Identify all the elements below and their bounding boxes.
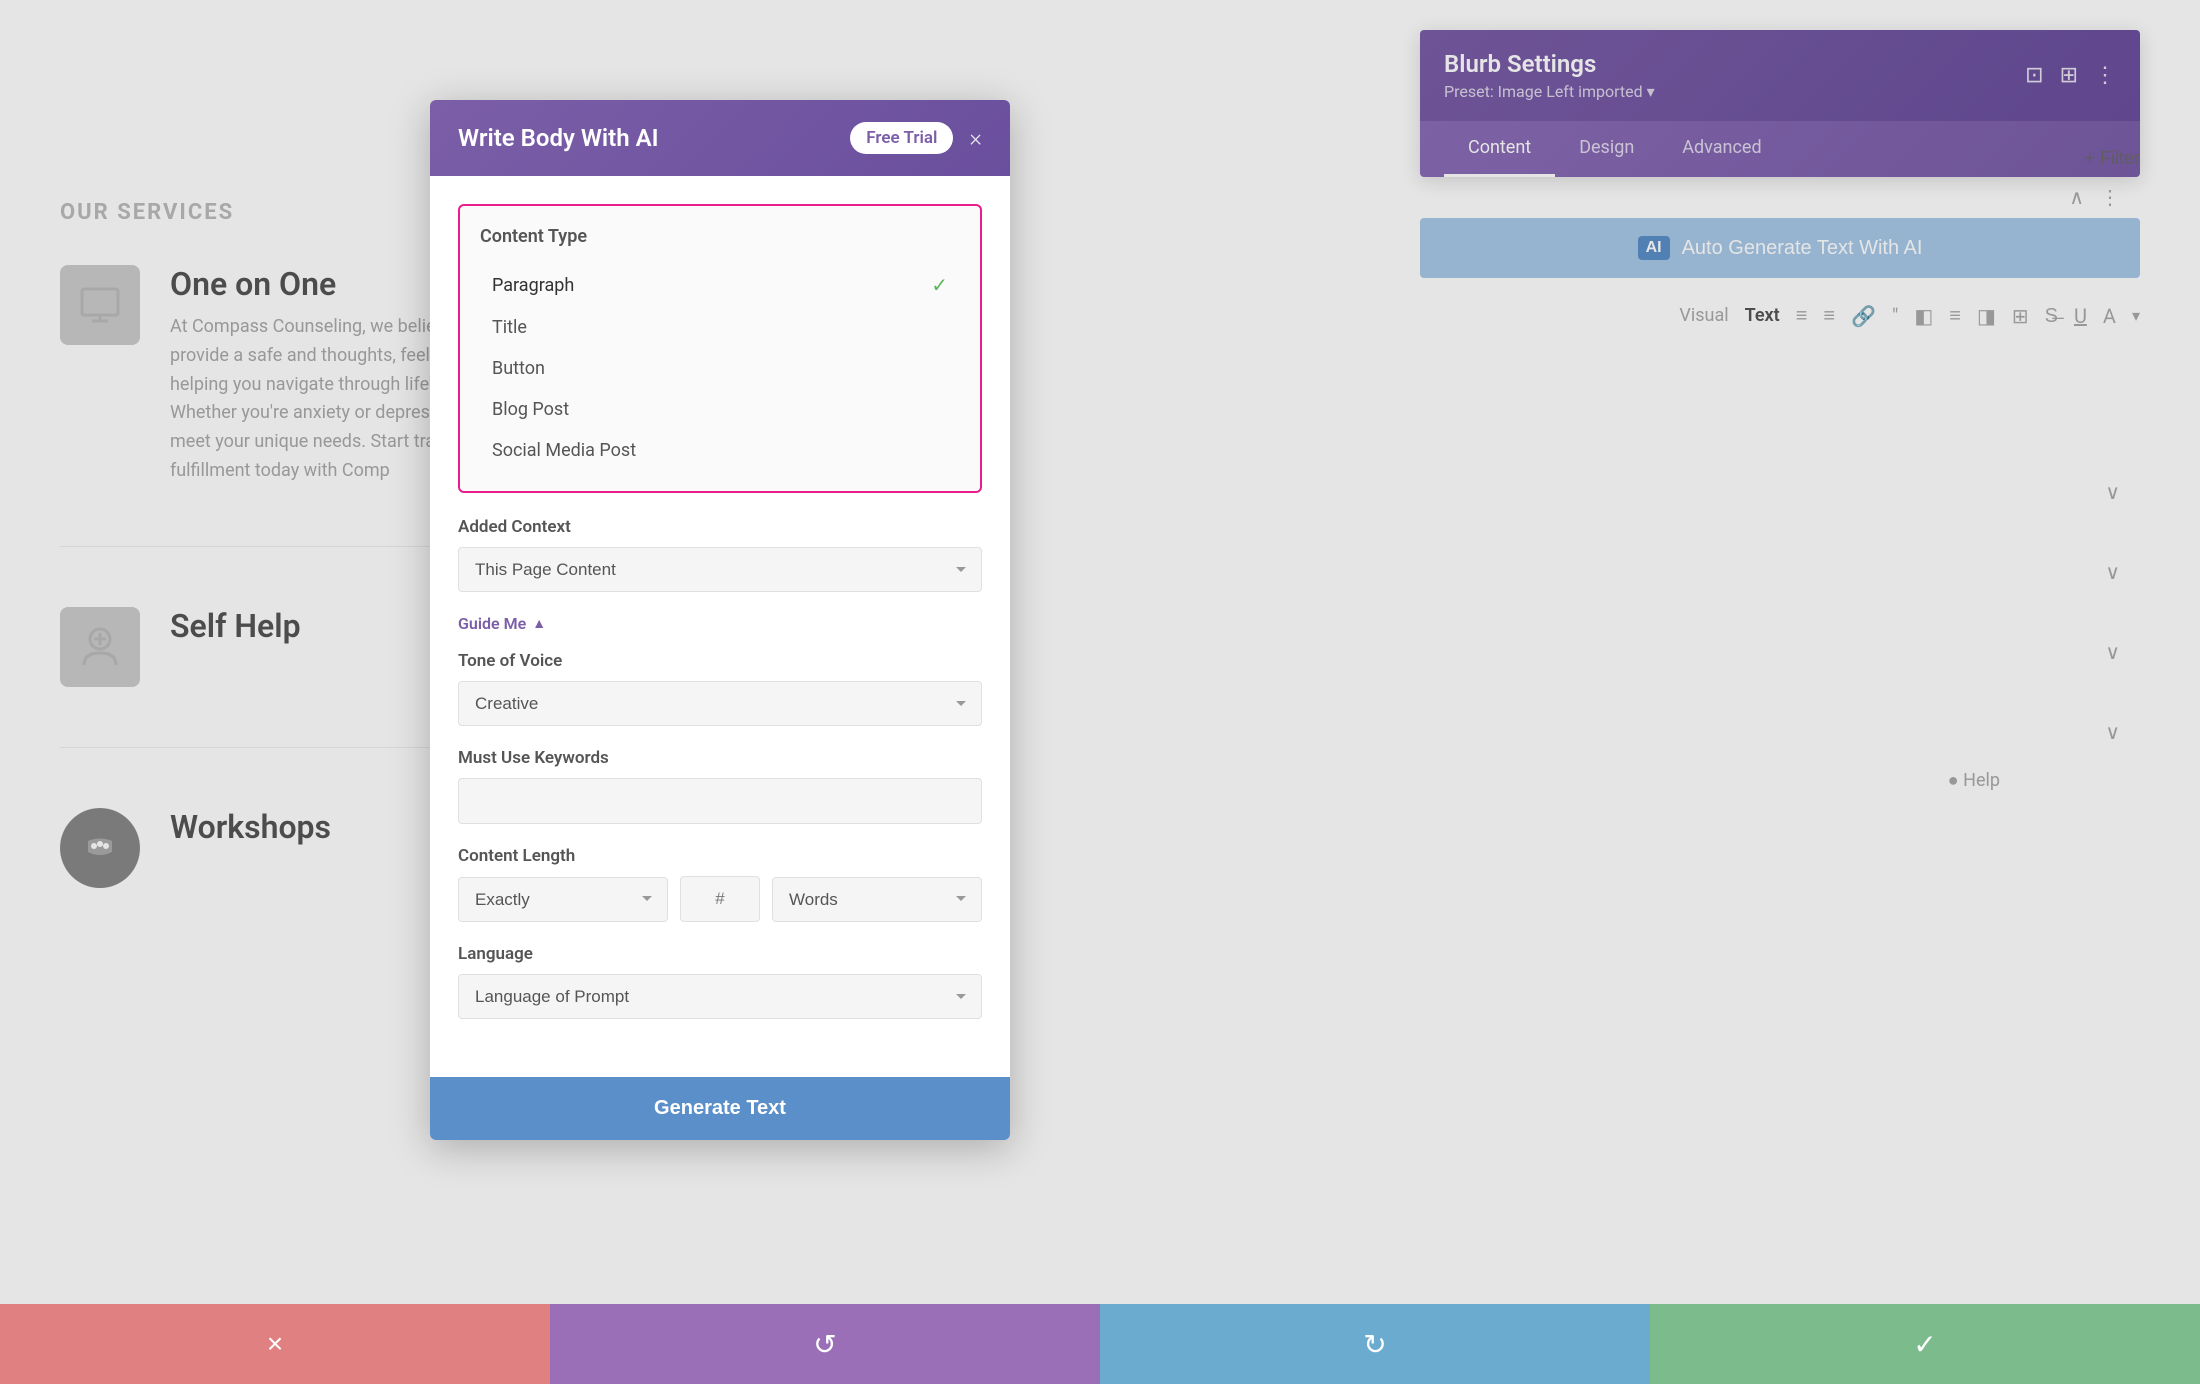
keywords-input[interactable]	[458, 778, 982, 824]
content-length-number-input[interactable]	[680, 876, 760, 922]
content-type-paragraph-label: Paragraph	[492, 275, 574, 296]
keywords-section: Must Use Keywords	[458, 748, 982, 824]
added-context-label: Added Context	[458, 517, 982, 537]
content-type-section: Content Type Paragraph ✓ Title Button Bl…	[458, 204, 982, 493]
content-type-button-label: Button	[492, 358, 545, 379]
content-length-label: Content Length	[458, 846, 982, 866]
modal-header-right: Free Trial ×	[850, 122, 982, 154]
bottom-action-bar: × ↺ ↻ ✓	[0, 1304, 2200, 1384]
modal-header: Write Body With AI Free Trial ×	[430, 100, 1010, 176]
free-trial-badge: Free Trial	[850, 122, 953, 154]
confirm-button[interactable]: ✓	[1650, 1304, 2200, 1384]
tone-of-voice-section: Tone of Voice Creative	[458, 651, 982, 726]
cancel-button[interactable]: ×	[0, 1304, 550, 1384]
guide-me-arrow-icon: ▲	[532, 615, 546, 632]
content-type-blog-post[interactable]: Blog Post	[480, 389, 960, 430]
guide-me-label: Guide Me	[458, 614, 526, 633]
modal-overlay	[0, 0, 2200, 1384]
added-context-section: Added Context This Page Content	[458, 517, 982, 592]
redo-button[interactable]: ↻	[1100, 1304, 1650, 1384]
undo-button[interactable]: ↺	[550, 1304, 1100, 1384]
content-type-title-label: Title	[492, 317, 527, 338]
content-length-section: Content Length Exactly Words	[458, 846, 982, 922]
check-icon-paragraph: ✓	[931, 273, 948, 297]
modal-body: Content Type Paragraph ✓ Title Button Bl…	[430, 176, 1010, 1069]
content-length-words-select[interactable]: Words	[772, 877, 982, 922]
tone-of-voice-select[interactable]: Creative	[458, 681, 982, 726]
content-type-social-media[interactable]: Social Media Post	[480, 430, 960, 471]
content-length-exactly-select[interactable]: Exactly	[458, 877, 668, 922]
keywords-label: Must Use Keywords	[458, 748, 982, 768]
language-label: Language	[458, 944, 982, 964]
modal-close-button[interactable]: ×	[969, 124, 982, 152]
content-type-button[interactable]: Button	[480, 348, 960, 389]
content-type-title[interactable]: Title	[480, 307, 960, 348]
guide-me-link[interactable]: Guide Me ▲	[458, 614, 546, 633]
tone-of-voice-label: Tone of Voice	[458, 651, 982, 671]
content-type-blog-post-label: Blog Post	[492, 399, 569, 420]
generate-text-button[interactable]: Generate Text	[430, 1077, 1010, 1140]
modal-title: Write Body With AI	[458, 124, 659, 152]
language-select[interactable]: Language of Prompt	[458, 974, 982, 1019]
language-section: Language Language of Prompt	[458, 944, 982, 1019]
content-type-social-media-label: Social Media Post	[492, 440, 636, 461]
content-length-row: Exactly Words	[458, 876, 982, 922]
content-type-label: Content Type	[480, 226, 960, 247]
added-context-select[interactable]: This Page Content	[458, 547, 982, 592]
write-body-ai-modal: Write Body With AI Free Trial × Content …	[430, 100, 1010, 1140]
content-type-list: Paragraph ✓ Title Button Blog Post Socia…	[480, 263, 960, 471]
content-type-paragraph[interactable]: Paragraph ✓	[480, 263, 960, 307]
